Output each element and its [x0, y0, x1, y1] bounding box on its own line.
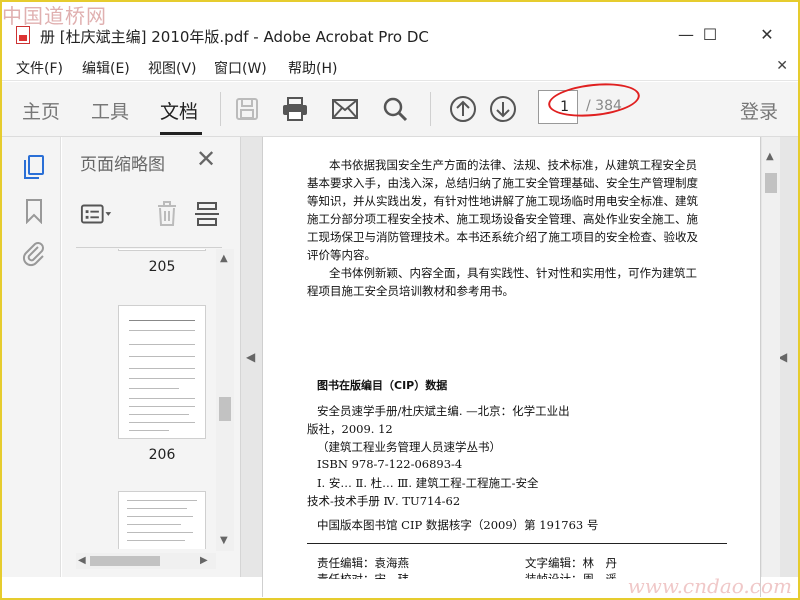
intro-line: 全书体例新颖、内容全面，具有实践性、针对性和实用性，可作为建筑工 [329, 266, 697, 280]
intro-line: 基本要求入手，由浅入深，总结归纳了施工安全管理基础、安全生产管理制度 [307, 176, 698, 190]
tab-home[interactable]: 主页 [22, 97, 60, 124]
intro-line: 施工分部分项工程安全技术、施工现场设备安全管理、高处作业安全施工、施 [307, 212, 698, 226]
maximize-button[interactable]: ☐ [690, 22, 730, 48]
navigation-rail [2, 137, 61, 577]
proofreader: 责任校对：宋 玮 [317, 572, 409, 586]
document-page: 本书依据我国安全生产方面的法律、法规、技术标准，从建筑工程安全员 基本要求入手，… [262, 137, 761, 597]
menu-view[interactable]: 视图(V) [148, 58, 197, 78]
cip-line: （建筑工程业务管理人员速学丛书） [317, 440, 501, 454]
search-icon[interactable] [380, 94, 410, 124]
document-scrollbar[interactable]: ▲ [762, 137, 780, 577]
menu-edit[interactable]: 编辑(E) [82, 58, 130, 78]
email-icon[interactable] [330, 94, 360, 124]
cip-class-line: Ⅰ. 安… Ⅱ. 杜… Ⅲ. 建筑工程-工程施工-安全 [317, 476, 539, 490]
login-button[interactable]: 登录 [740, 97, 778, 124]
cip-line: ISBN 978-7-122-06893-4 [317, 457, 463, 471]
scroll-up-arrow[interactable]: ▲ [220, 253, 228, 264]
menu-window[interactable]: 窗口(W) [214, 58, 267, 78]
thumbnail-label: 205 [148, 259, 176, 275]
delete-icon[interactable] [150, 199, 184, 229]
intro-line: 等知识，并从实践出发，有针对性地讲解了施工现场临时用电安全标准、建筑 [307, 194, 698, 208]
page-thumbnail[interactable] [118, 249, 206, 251]
intro-line: 程项目施工安全员培训教材和参考用书。 [307, 284, 514, 298]
page-options-icon[interactable] [80, 199, 114, 229]
close-document-button[interactable]: ✕ [776, 58, 788, 74]
thumbnail-list: 205 206 [102, 249, 212, 549]
thumbnail-label: 206 [148, 447, 176, 463]
hscroll-thumb[interactable] [90, 556, 160, 566]
doc-scroll-thumb[interactable] [765, 173, 777, 193]
toolbar: 主页 工具 文档 1 / 384 登录 [2, 82, 798, 137]
scroll-thumb[interactable] [219, 397, 231, 421]
page-thumbnail[interactable] [118, 491, 206, 549]
cip-line: 版社，2009. 12 [307, 422, 393, 436]
doc-scroll-up-arrow[interactable]: ▲ [766, 151, 774, 162]
close-window-button[interactable]: ✕ [747, 22, 787, 48]
thumbnail-scrollbar[interactable]: ▲ ▼ [216, 249, 234, 551]
window-title: 册 [杜庆斌主编] 2010年版.pdf - Adobe Acrobat Pro… [40, 28, 429, 46]
cip-title: 图书在版编目（CIP）数据 [317, 379, 448, 392]
intro-line: 评价等内容。 [307, 248, 376, 262]
cip-number: 中国版本图书馆 CIP 数据核字（2009）第 191763 号 [317, 518, 599, 532]
scroll-left-arrow[interactable]: ◀ [78, 555, 86, 566]
page-insert-icon[interactable] [190, 199, 224, 229]
close-panel-icon[interactable]: ✕ [196, 145, 216, 173]
page-thumbnail[interactable] [118, 305, 206, 439]
tab-tools[interactable]: 工具 [91, 97, 129, 124]
pdf-file-icon [16, 26, 30, 44]
watermark-bottom: www.cndao.com [627, 574, 792, 598]
designer: 装帧设计：周 遥 [525, 572, 617, 586]
tab-document[interactable]: 文档 [160, 97, 198, 124]
attachment-icon[interactable] [20, 239, 48, 267]
thumbnail-hscrollbar[interactable]: ◀ ▶ [76, 553, 216, 569]
scroll-right-arrow[interactable]: ▶ [200, 555, 208, 566]
separator-rule [307, 543, 727, 544]
scroll-down-arrow[interactable]: ▼ [220, 535, 228, 546]
menu-bar: 文件(F) 编辑(E) 视图(V) 窗口(W) 帮助(H) ✕ [2, 54, 798, 81]
title-bar: 册 [杜庆斌主编] 2010年版.pdf - Adobe Acrobat Pro… [2, 18, 798, 52]
collapse-panel-arrow[interactable]: ◀ [246, 350, 255, 364]
menu-help[interactable]: 帮助(H) [288, 58, 337, 78]
active-tab-indicator [160, 132, 202, 135]
print-icon[interactable] [280, 94, 310, 124]
page-up-icon[interactable] [448, 94, 478, 124]
cip-line: 安全员速学手册/杜庆斌主编. —北京：化学工业出 [317, 404, 570, 418]
menu-file[interactable]: 文件(F) [16, 58, 63, 78]
text-editor: 文字编辑：林 丹 [525, 556, 617, 570]
panel-title: 页面缩略图 [80, 155, 165, 175]
intro-line: 本书依据我国安全生产方面的法律、法规、技术标准，从建筑工程安全员 [329, 158, 697, 172]
page-thumbnails-icon[interactable] [20, 153, 48, 181]
toolbar-separator [220, 92, 221, 126]
panel-divider [76, 247, 222, 248]
bookmark-icon[interactable] [20, 197, 48, 225]
toolbar-separator [430, 92, 431, 126]
intro-line: 工现场保卫与消防管理技术。本书还系统介绍了施工项目的安全检查、验收及 [307, 230, 698, 244]
cip-class-line: 技术-技术手册 Ⅳ. TU714-62 [307, 494, 461, 508]
responsible-editor: 责任编辑：袁海燕 [317, 556, 409, 570]
save-icon[interactable] [232, 94, 262, 124]
thumbnail-panel: 页面缩略图 ✕ 205 206 ▲ ▼ ◀ ▶ [62, 137, 241, 577]
page-down-icon[interactable] [488, 94, 518, 124]
